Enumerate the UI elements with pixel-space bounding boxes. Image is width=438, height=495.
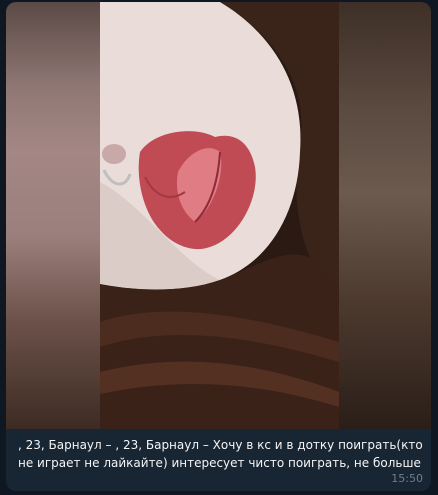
photo-image[interactable]: [100, 2, 339, 429]
message-photo[interactable]: [6, 2, 431, 429]
message-caption: , 23, Барнаул – , 23, Барнаул – Хочу в к…: [18, 438, 423, 470]
message-time: 15:50: [391, 472, 423, 485]
message-bubble[interactable]: , 23, Барнаул – , 23, Барнаул – Хочу в к…: [6, 2, 431, 491]
photo-blur-right: [339, 2, 431, 429]
photo-drawing: [100, 2, 339, 429]
photo-blur-left: [6, 2, 100, 429]
